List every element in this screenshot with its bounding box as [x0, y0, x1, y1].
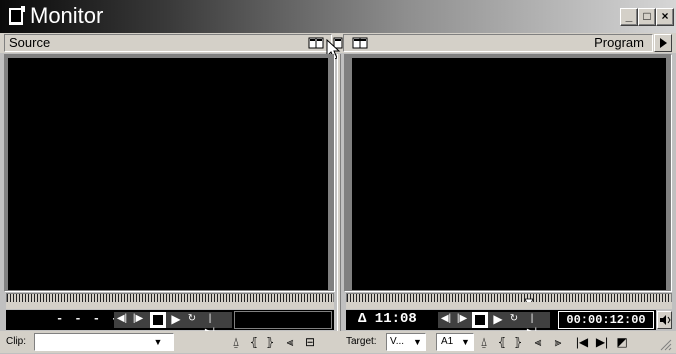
clip-dropdown[interactable]: ▼: [34, 333, 174, 351]
program-transport: ◀| |▶ ▶ ↻ |▶|: [438, 312, 550, 338]
window-title-bar[interactable]: Monitor _ □ ×: [0, 0, 676, 33]
frame-icon[interactable]: ◩: [614, 333, 630, 351]
chevron-down-icon: ▼: [153, 337, 163, 347]
program-screen[interactable]: [352, 58, 666, 290]
clip-label: Clip:: [6, 336, 27, 347]
source-controls: - - - - ◀| |▶ ▶ ↻ |▶|: [6, 310, 334, 338]
resize-grip-icon[interactable]: [658, 337, 672, 351]
step-back-icon[interactable]: ◀|: [116, 312, 128, 326]
insert-icon[interactable]: ⫷: [282, 333, 298, 351]
audio-button[interactable]: [657, 311, 672, 329]
monitor-header: Source Program: [0, 33, 676, 60]
close-button[interactable]: ×: [656, 8, 674, 26]
mark-in-point-icon[interactable]: ⦃: [246, 333, 262, 351]
stop-button[interactable]: [472, 312, 488, 328]
program-menu-button[interactable]: [654, 34, 672, 52]
maximize-button[interactable]: □: [638, 8, 656, 26]
program-panel: [344, 54, 672, 292]
mark-in-icon[interactable]: ⍙: [228, 333, 244, 351]
target-label: Target:: [346, 336, 377, 347]
program-header: Program: [343, 34, 653, 52]
overlay-icon[interactable]: ⊟: [302, 333, 318, 351]
minimize-button[interactable]: _: [620, 8, 638, 26]
target-audio-dropdown[interactable]: A1 ▼: [436, 333, 474, 351]
source-header: Source: [4, 34, 332, 52]
source-transport: ◀| |▶ ▶ ↻ |▶|: [114, 312, 232, 338]
stop-button[interactable]: [150, 312, 166, 328]
mark-out-point-icon[interactable]: ⦄: [262, 333, 278, 351]
window-title: Monitor: [30, 3, 104, 28]
panel-splitter[interactable]: [337, 54, 341, 331]
bottom-toolbar: Clip: ▼ ⍙ ⦃ ⦄ ⫷ ⊟ Target: V... ▼ A1 ▼ ⍙ …: [0, 331, 676, 353]
go-to-next-edit-icon[interactable]: ▶|: [594, 333, 610, 351]
dual-view-icon[interactable]: [308, 36, 324, 49]
loop-icon[interactable]: ↻: [186, 312, 198, 326]
program-label: Program: [594, 35, 644, 50]
play-arrow-icon: [660, 38, 667, 48]
target-audio-value: A1: [441, 336, 454, 347]
source-panel: [4, 54, 335, 292]
play-edit-icon[interactable]: |▶|: [204, 312, 216, 338]
source-label: Source: [9, 35, 51, 50]
target-video-value: V...: [390, 336, 405, 347]
source-timecode: - - - -: [56, 312, 121, 326]
loop-icon[interactable]: ↻: [508, 312, 520, 326]
mark-in-point-icon[interactable]: ⦃: [494, 333, 510, 351]
step-forward-icon[interactable]: |▶: [132, 312, 144, 326]
stop-icon: [475, 315, 485, 325]
source-screen[interactable]: [8, 58, 328, 290]
chevron-down-icon: ▼: [461, 337, 470, 347]
step-forward-icon[interactable]: |▶: [456, 312, 468, 326]
chevron-down-icon: ▼: [413, 337, 422, 347]
program-controls: Δ 11:08 ◀| |▶ ▶ ↻ |▶| 00:00:12:00: [346, 310, 656, 338]
source-shuttle-track[interactable]: [6, 302, 334, 309]
program-delta-timecode: Δ 11:08: [358, 311, 417, 327]
mark-out-point-icon[interactable]: ⦄: [510, 333, 526, 351]
extract-icon[interactable]: ⫸: [550, 333, 566, 351]
play-icon[interactable]: ▶: [492, 312, 504, 326]
program-shuttle-track[interactable]: [346, 302, 672, 309]
step-back-icon[interactable]: ◀|: [440, 312, 452, 326]
film-icon: [8, 6, 26, 26]
program-timecode: 00:00:12:00: [558, 311, 654, 329]
target-video-dropdown[interactable]: V... ▼: [386, 333, 426, 351]
source-duration-field: [234, 311, 332, 329]
play-icon[interactable]: ▶: [170, 312, 182, 326]
speaker-icon: [660, 315, 671, 325]
play-edit-icon[interactable]: |▶|: [526, 312, 538, 338]
lift-icon[interactable]: ⫷: [530, 333, 546, 351]
go-to-previous-edit-icon[interactable]: |◀: [574, 333, 590, 351]
stop-icon: [153, 315, 163, 325]
mark-in-icon[interactable]: ⍙: [476, 333, 492, 351]
